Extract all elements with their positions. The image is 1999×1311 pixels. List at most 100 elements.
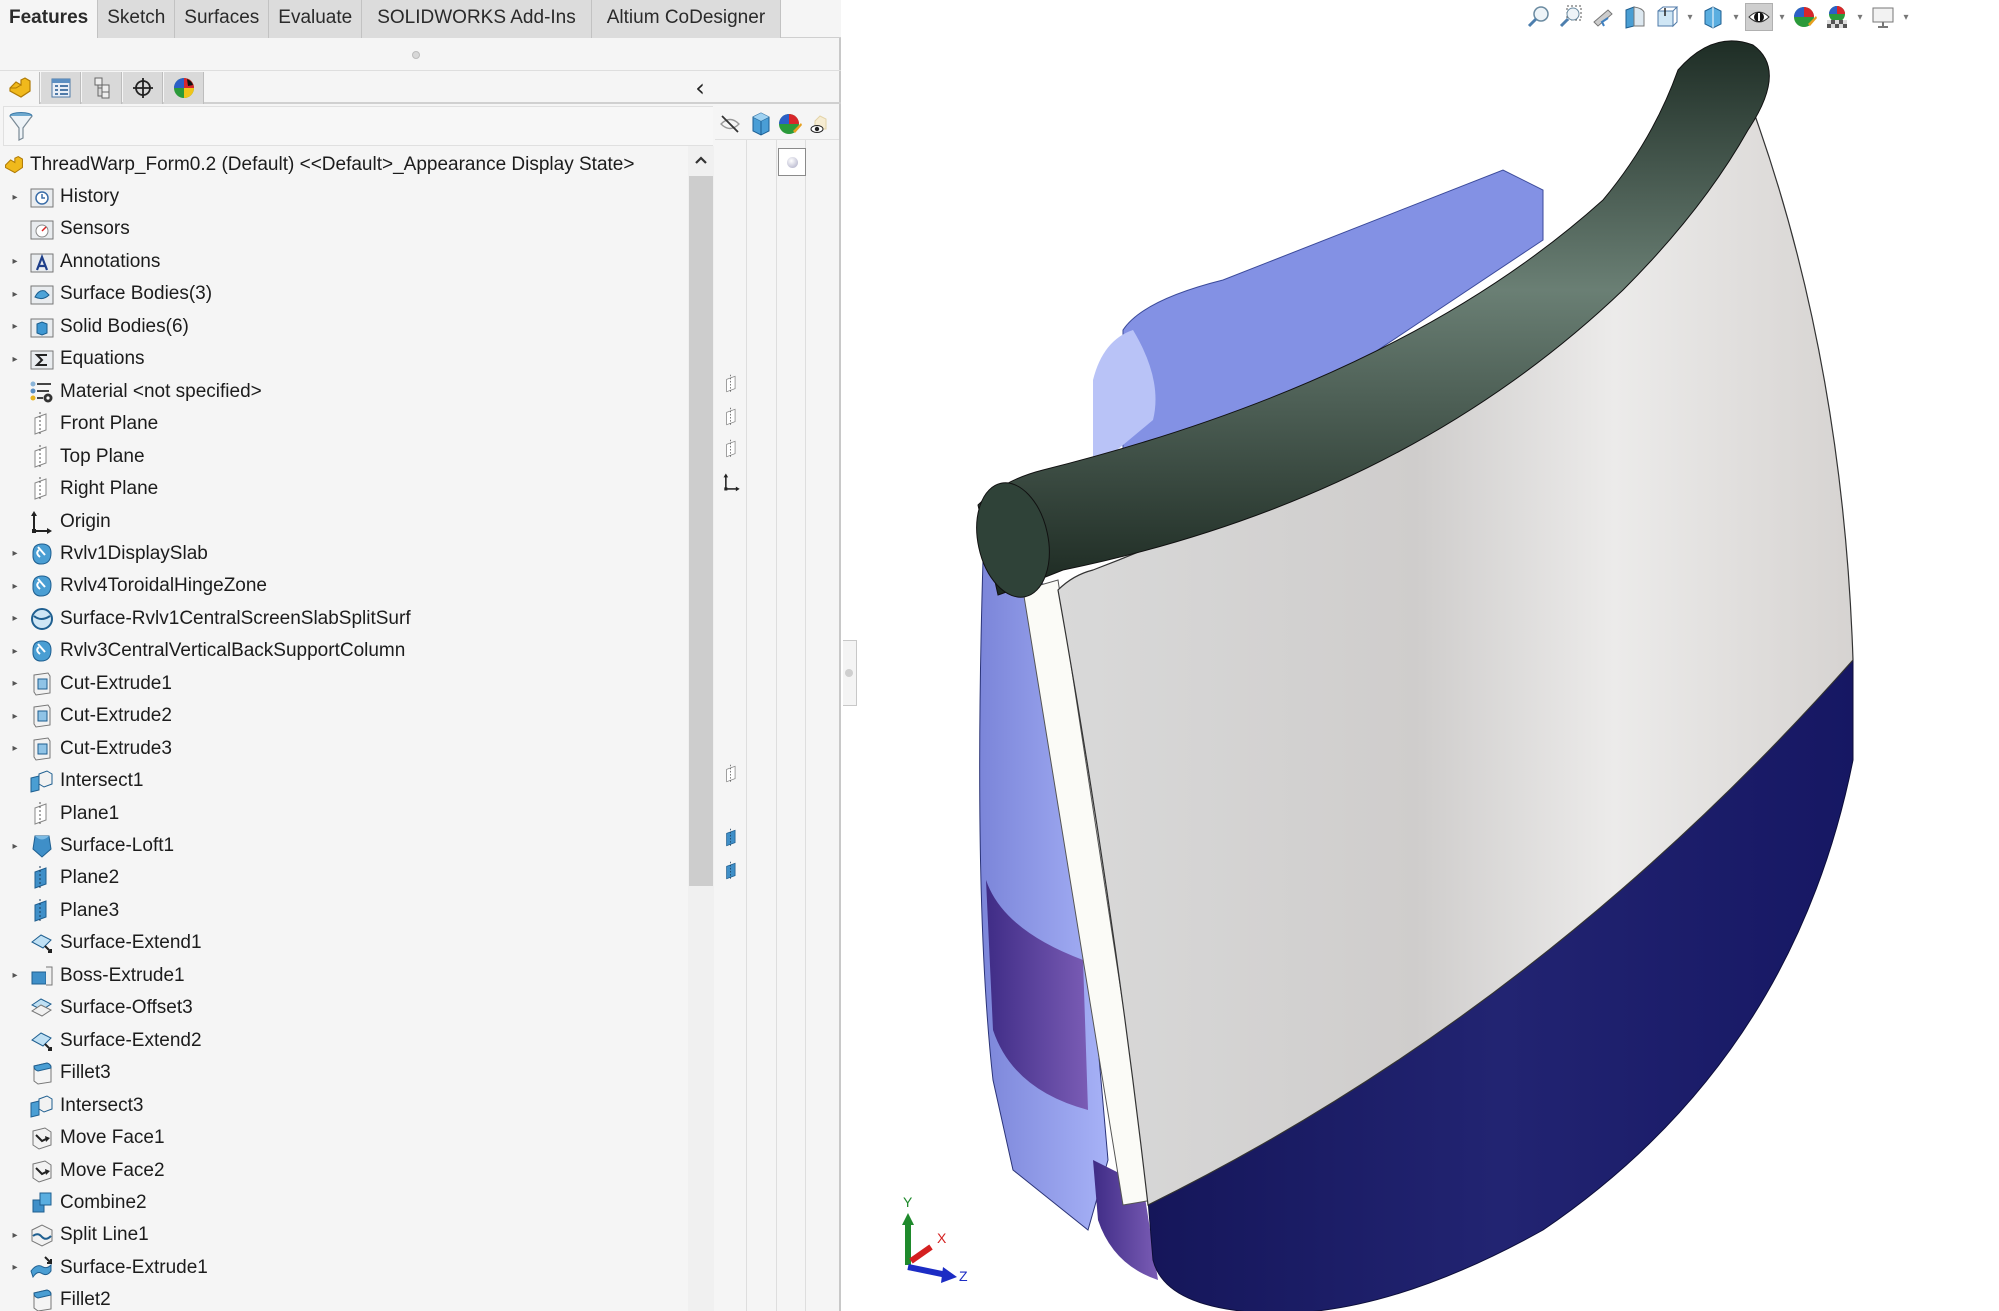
collapse-pane-button[interactable]: ‹: [688, 74, 712, 102]
tree-item-surface-offset3[interactable]: ▸Surface-Offset3: [0, 993, 686, 1023]
expand-arrow-icon[interactable]: ▸: [9, 970, 21, 981]
expand-arrow-icon[interactable]: ▸: [9, 289, 21, 300]
configurationmanager-tab[interactable]: [82, 72, 122, 104]
tree-item-rvlv3centralverticalbacksupportcolumn[interactable]: ▸ Rvlv3CentralVerticalBackSupportColumn: [0, 636, 686, 666]
plane-hidden-state-icon[interactable]: [722, 763, 742, 785]
appearance-icon: [779, 114, 802, 134]
tree-item-intersect1[interactable]: ▸Intersect1: [0, 766, 686, 796]
expand-arrow-icon[interactable]: ▸: [9, 256, 21, 267]
tree-item-origin[interactable]: ▸Origin: [0, 507, 686, 537]
combine-icon: [29, 1190, 55, 1216]
expand-arrow-icon[interactable]: ▸: [9, 1262, 21, 1273]
tab-sketch[interactable]: Sketch: [98, 0, 176, 38]
tree-item-fillet2[interactable]: ▸Fillet2: [0, 1285, 686, 1311]
hide-show-icon: [720, 115, 740, 133]
tab-altium-codesigner[interactable]: Altium CoDesigner: [591, 0, 782, 38]
tree-item-cut-extrude3[interactable]: ▸ Cut-Extrude3: [0, 734, 686, 764]
plane-hidden-state-icon[interactable]: [722, 406, 742, 428]
tree-item-surface-rvlv1centralscreenslabsplitsurf[interactable]: ▸ Surface-Rvlv1CentralScreenSlabSplitSurf: [0, 604, 686, 634]
tree-item-top-plane[interactable]: ▸Top Plane: [0, 442, 686, 472]
expand-arrow-icon[interactable]: ▸: [9, 678, 21, 689]
transparency-icon: [810, 115, 827, 133]
tree-item-split-line1[interactable]: ▸ Split Line1: [0, 1220, 686, 1250]
tree-filter-bar[interactable]: [3, 106, 713, 146]
scroll-up-button[interactable]: [688, 146, 714, 174]
dimxpertmanager-tab[interactable]: [123, 72, 163, 104]
move-face-icon: [29, 1125, 55, 1151]
origin-state-icon[interactable]: [722, 471, 742, 493]
hide-show-column-header[interactable]: [717, 111, 743, 137]
column-divider: [776, 140, 777, 1311]
plane-shown-state-icon[interactable]: [722, 827, 742, 849]
tree-item-plane1[interactable]: ▸Plane1: [0, 799, 686, 829]
tree-item-surface-bodies-3[interactable]: ▸ Surface Bodies(3): [0, 279, 686, 309]
surface-offset-icon: [29, 995, 55, 1021]
tree-item-solid-bodies-6[interactable]: ▸ Solid Bodies(6): [0, 312, 686, 342]
tree-item-label: Top Plane: [60, 445, 145, 467]
expand-arrow-icon[interactable]: ▸: [9, 1230, 21, 1241]
expand-arrow-icon[interactable]: ▸: [9, 192, 21, 203]
tree-item-cut-extrude2[interactable]: ▸ Cut-Extrude2: [0, 701, 686, 731]
tree-item-surface-extend2[interactable]: ▸Surface-Extend2: [0, 1026, 686, 1056]
tree-item-move-face1[interactable]: ▸Move Face1: [0, 1123, 686, 1153]
tree-item-plane3[interactable]: ▸Plane3: [0, 896, 686, 926]
tree-item-label: Cut-Extrude1: [60, 672, 172, 694]
tree-item-history[interactable]: ▸ History: [0, 182, 686, 212]
tree-item-boss-extrude1[interactable]: ▸ Boss-Extrude1: [0, 961, 686, 991]
tab-solidworks-add-ins[interactable]: SOLIDWORKS Add-Ins: [362, 0, 592, 38]
feature-tree: ThreadWarp_Form0.2 (Default) <<Default>_…: [0, 146, 686, 1311]
appearance-column-header[interactable]: [777, 111, 803, 137]
tree-item-move-face2[interactable]: ▸Move Face2: [0, 1156, 686, 1186]
plane-shown-state-icon[interactable]: [722, 860, 742, 882]
plane-hidden-state-icon[interactable]: [722, 373, 742, 395]
tree-item-label: Boss-Extrude1: [60, 964, 185, 986]
expand-arrow-icon[interactable]: ▸: [9, 321, 21, 332]
tab-evaluate[interactable]: Evaluate: [269, 0, 363, 38]
tree-item-equations[interactable]: ▸ Equations: [0, 344, 686, 374]
tree-item-fillet3[interactable]: ▸Fillet3: [0, 1058, 686, 1088]
tree-item-surface-loft1[interactable]: ▸ Surface-Loft1: [0, 831, 686, 861]
filter-icon[interactable]: [8, 111, 34, 143]
displaymanager-tab[interactable]: [164, 72, 204, 104]
command-manager-resize-handle[interactable]: [0, 39, 841, 71]
expand-arrow-icon[interactable]: ▸: [9, 711, 21, 722]
tree-item-combine2[interactable]: ▸Combine2: [0, 1188, 686, 1218]
tree-item-surface-extend1[interactable]: ▸Surface-Extend1: [0, 928, 686, 958]
featuremanager-tab[interactable]: [0, 72, 40, 104]
root-appearance-swatch[interactable]: [778, 148, 806, 176]
tree-item-rvlv4toroidalhingezone[interactable]: ▸ Rvlv4ToroidalHingeZone: [0, 571, 686, 601]
expand-arrow-icon[interactable]: ▸: [9, 354, 21, 365]
expand-arrow-icon[interactable]: ▸: [9, 613, 21, 624]
equations-folder-icon: [29, 346, 55, 372]
display-state-columns: [715, 106, 841, 1311]
expand-arrow-icon[interactable]: ▸: [9, 548, 21, 559]
tree-item-label: Surface-Extend1: [60, 932, 202, 954]
tree-item-sensors[interactable]: ▸Sensors: [0, 214, 686, 244]
tree-item-intersect3[interactable]: ▸Intersect3: [0, 1091, 686, 1121]
tree-item-cut-extrude1[interactable]: ▸ Cut-Extrude1: [0, 669, 686, 699]
tree-root-part[interactable]: ThreadWarp_Form0.2 (Default) <<Default>_…: [3, 150, 634, 180]
propertymanager-tab[interactable]: [41, 72, 81, 104]
scrollbar-thumb[interactable]: [689, 176, 713, 886]
transparency-column-header[interactable]: [807, 111, 833, 137]
tree-item-material-not-specified[interactable]: ▸Material <not specified>: [0, 377, 686, 407]
tree-item-annotations[interactable]: ▸ Annotations: [0, 247, 686, 277]
tab-features[interactable]: Features: [0, 0, 99, 38]
expand-arrow-icon[interactable]: ▸: [9, 841, 21, 852]
display-mode-column-header[interactable]: [748, 111, 774, 137]
tree-item-rvlv1displayslab[interactable]: ▸ Rvlv1DisplaySlab: [0, 539, 686, 569]
coordinate-triad: Y X Z: [902, 1195, 968, 1284]
plane-hidden-state-icon[interactable]: [722, 438, 742, 460]
tab-surfaces[interactable]: Surfaces: [175, 0, 270, 38]
tree-item-plane2[interactable]: ▸Plane2: [0, 863, 686, 893]
tree-vertical-scrollbar[interactable]: [688, 146, 714, 1311]
expand-arrow-icon[interactable]: ▸: [9, 581, 21, 592]
triad-z-label: Z: [959, 1268, 968, 1284]
triad-z-axis: [907, 1264, 948, 1278]
expand-arrow-icon[interactable]: ▸: [9, 743, 21, 754]
expand-arrow-icon[interactable]: ▸: [9, 646, 21, 657]
tree-item-front-plane[interactable]: ▸Front Plane: [0, 409, 686, 439]
tree-item-surface-extrude1[interactable]: ▸ Surface-Extrude1: [0, 1253, 686, 1283]
triad-x-axis: [909, 1244, 933, 1264]
tree-item-right-plane[interactable]: ▸Right Plane: [0, 474, 686, 504]
